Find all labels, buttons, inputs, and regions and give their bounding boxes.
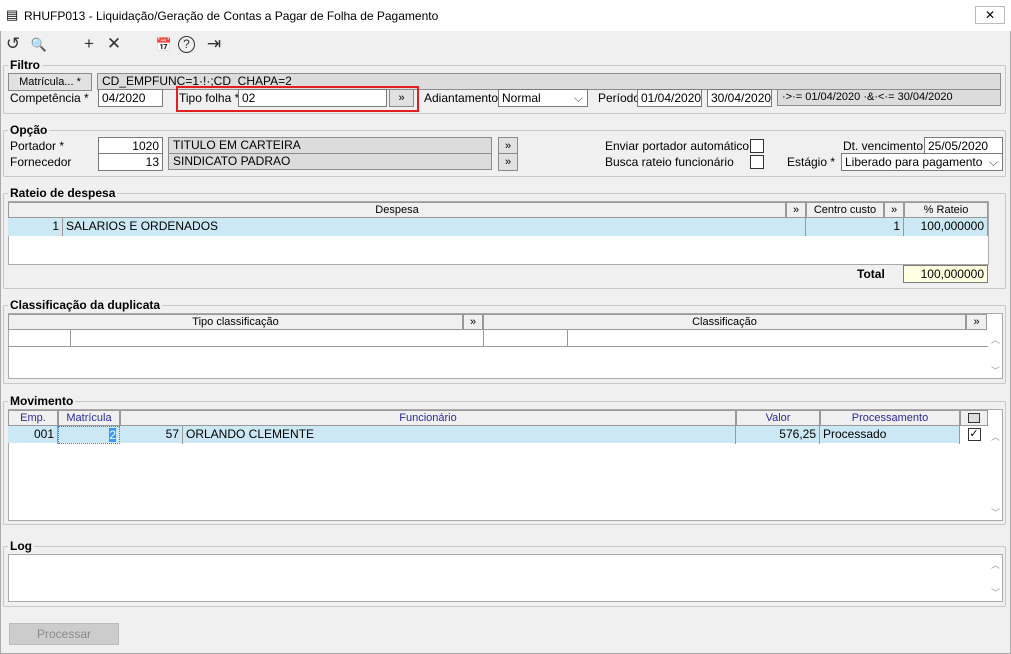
select-all-checkbox[interactable] <box>968 413 980 424</box>
fornecedor-label: Fornecedor <box>10 155 72 169</box>
table-row[interactable]: 1 SALARIOS E ORDENADOS 1 100,000000 <box>8 218 988 236</box>
periodo-expression: ·>·= 01/04/2020 ·&·<·= 30/04/2020 <box>777 89 1001 106</box>
valor-header[interactable]: Valor <box>736 410 820 426</box>
check-icon[interactable]: ✓ <box>967 428 981 441</box>
highlight-box <box>176 86 419 112</box>
matricula-cell[interactable]: 2 <box>58 426 120 444</box>
classificacao-lookup-button[interactable]: » <box>966 314 987 330</box>
close-button[interactable]: ✕ <box>975 6 1005 24</box>
funcionario-header[interactable]: Funcionário <box>120 410 736 426</box>
despesa-header[interactable]: Despesa <box>8 202 786 218</box>
scroll-down-icon[interactable]: ﹀ <box>991 506 1000 519</box>
scroll-up-icon[interactable]: ︿ <box>991 430 1000 443</box>
fornecedor-name: SINDICATO PADRAO <box>168 153 492 170</box>
search-icon[interactable]: 🔍 <box>28 37 50 53</box>
classificacao-header[interactable]: Classificação <box>483 314 966 330</box>
periodo-ate-input[interactable]: 30/04/2020 <box>707 89 772 107</box>
app-icon: ▤ <box>6 7 19 22</box>
help-icon[interactable]: ? <box>178 36 195 53</box>
busca-rateio-label: Busca rateio funcionário <box>605 155 734 169</box>
periodo-de-input[interactable]: 01/04/2020 <box>637 89 702 107</box>
despesa-code: 1 <box>8 218 63 236</box>
processar-button[interactable]: Processar <box>9 623 119 645</box>
enviar-portador-label: Enviar portador automático <box>605 139 750 153</box>
centro-lookup-button[interactable]: » <box>884 202 904 218</box>
rateio-header[interactable]: % Rateio <box>904 202 988 218</box>
processamento-header[interactable]: Processamento <box>820 410 960 426</box>
select-all-header[interactable] <box>960 410 988 426</box>
chevron-down-icon: ⌵ <box>573 91 583 105</box>
undo-icon[interactable]: ↺ <box>2 34 24 54</box>
title-bar: ▤ RHUFP013 - Liquidação/Geração de Conta… <box>0 0 1011 31</box>
rateio-label: Rateio de despesa <box>8 186 118 200</box>
row-checkbox-cell[interactable]: ✓ <box>960 426 988 443</box>
fornecedor-lookup-button[interactable]: » <box>498 153 518 171</box>
chevron-down-icon: ⌵ <box>988 155 998 169</box>
add-icon[interactable]: + <box>78 34 100 54</box>
matricula-button[interactable]: Matrícula... * <box>8 73 92 91</box>
table-row[interactable] <box>8 330 988 347</box>
scroll-down-icon[interactable]: ﹀ <box>991 364 1000 377</box>
competencia-input[interactable]: 04/2020 <box>98 89 163 107</box>
total-value: 100,000000 <box>903 265 988 283</box>
exit-icon[interactable]: ⇥ <box>203 34 225 54</box>
competencia-label: Competência * <box>10 91 89 105</box>
calendar-icon[interactable]: 📅 <box>153 37 175 53</box>
emp-cell: 001 <box>8 426 58 444</box>
enviar-portador-checkbox[interactable] <box>750 139 764 153</box>
total-label: Total <box>857 267 885 281</box>
despesa-name: SALARIOS E ORDENADOS <box>63 218 806 236</box>
tipo-lookup-button[interactable]: » <box>463 314 483 330</box>
estagio-label: Estágio * <box>787 155 836 169</box>
matricula-header[interactable]: Matrícula <box>58 410 120 426</box>
processamento-cell: Processado <box>820 426 960 444</box>
log-label: Log <box>8 539 34 553</box>
window-title: RHUFP013 - Liquidação/Geração de Contas … <box>24 9 439 23</box>
filtro-label: Filtro <box>8 58 42 72</box>
rateio-percent: 100,000000 <box>904 218 988 236</box>
busca-rateio-checkbox[interactable] <box>750 155 764 169</box>
funcionario-cell: ORLANDO CLEMENTE <box>183 426 736 444</box>
adiantamento-select[interactable]: Normal ⌵ <box>498 89 588 107</box>
matricula-value: 2 <box>109 428 116 442</box>
portador-name: TITULO EM CARTEIRA <box>168 137 492 154</box>
estagio-select[interactable]: Liberado para pagamento ⌵ <box>841 153 1003 171</box>
adiantamento-value: Normal <box>502 91 541 105</box>
portador-label: Portador * <box>10 139 65 153</box>
estagio-value: Liberado para pagamento <box>845 155 983 169</box>
scroll-up-icon[interactable]: ︿ <box>991 333 1000 346</box>
delete-icon[interactable]: ✕ <box>103 34 125 54</box>
periodo-label: Período <box>598 91 641 105</box>
centro-custo-header[interactable]: Centro custo <box>806 202 884 218</box>
adiantamento-label: Adiantamento <box>424 91 499 105</box>
scroll-up-icon[interactable]: ︿ <box>991 558 1000 571</box>
classificacao-label: Classificação da duplicata <box>8 298 163 312</box>
despesa-lookup-button[interactable]: » <box>786 202 806 218</box>
log-textarea[interactable] <box>8 554 1003 602</box>
centro-custo: 1 <box>806 218 904 236</box>
dt-vencimento-label: Dt. vencimento * <box>843 139 932 153</box>
emp-header[interactable]: Emp. <box>8 410 58 426</box>
valor-cell: 576,25 <box>736 426 820 444</box>
fornecedor-code-input[interactable]: 13 <box>98 153 163 171</box>
opcao-label: Opção <box>8 123 50 137</box>
tipo-classificacao-header[interactable]: Tipo classificação <box>8 314 463 330</box>
scroll-down-icon[interactable]: ﹀ <box>991 586 1000 599</box>
chapa-cell: 57 <box>120 426 183 444</box>
table-row[interactable]: 001 2 57 ORLANDO CLEMENTE 576,25 Process… <box>8 426 988 444</box>
movimento-label: Movimento <box>8 394 76 408</box>
